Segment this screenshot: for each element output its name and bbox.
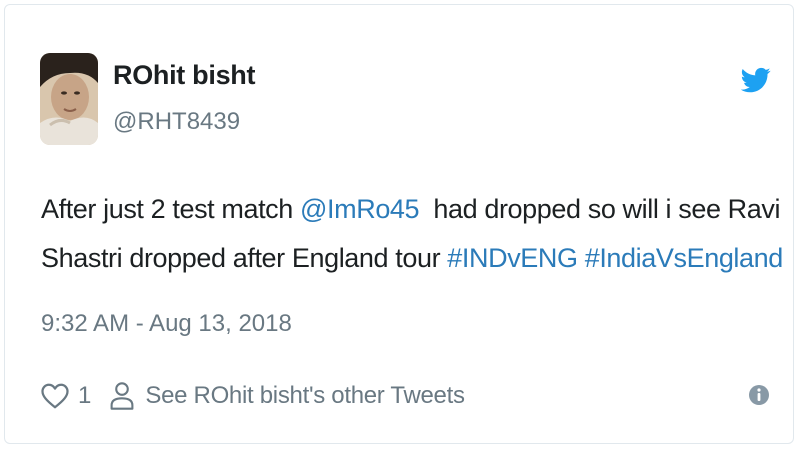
hashtag-link[interactable]: #INDvENG <box>447 243 578 273</box>
tweet-text-line-1: After just 2 test match @ImRo45 had drop… <box>41 185 780 234</box>
info-icon[interactable] <box>748 384 770 406</box>
tweet-text: After just 2 test match @ImRo45 had drop… <box>41 185 783 283</box>
hashtag-link[interactable]: #IndiaVsEngland <box>585 243 784 273</box>
tweet-text-segment: Shastri dropped after England tour <box>41 243 448 273</box>
heart-icon[interactable] <box>40 381 70 411</box>
tweet-actions: 1 See ROhit bisht's other Tweets <box>40 375 465 417</box>
author-handle[interactable]: @RHT8439 <box>113 108 240 136</box>
twitter-bird-icon[interactable] <box>741 65 771 95</box>
embedded-tweet-card: ROhit bisht @RHT8439 After just 2 test m… <box>4 4 794 444</box>
tweet-text-segment: After just 2 test match <box>41 194 301 224</box>
tweet-text-line-2: Shastri dropped after England tour #INDv… <box>41 234 783 283</box>
tweet-text-segment: had dropped so will i see Ravi <box>419 194 781 224</box>
user-icon[interactable] <box>109 381 135 411</box>
avatar[interactable] <box>40 53 98 145</box>
mention-link[interactable]: @ImRo45 <box>300 194 420 224</box>
tweet-text-segment <box>578 243 585 273</box>
tweet-timestamp[interactable]: 9:32 AM - Aug 13, 2018 <box>41 310 292 338</box>
author-name[interactable]: ROhit bisht <box>113 60 255 91</box>
like-count[interactable]: 1 <box>78 382 91 410</box>
other-tweets-link[interactable]: See ROhit bisht's other Tweets <box>145 382 465 410</box>
